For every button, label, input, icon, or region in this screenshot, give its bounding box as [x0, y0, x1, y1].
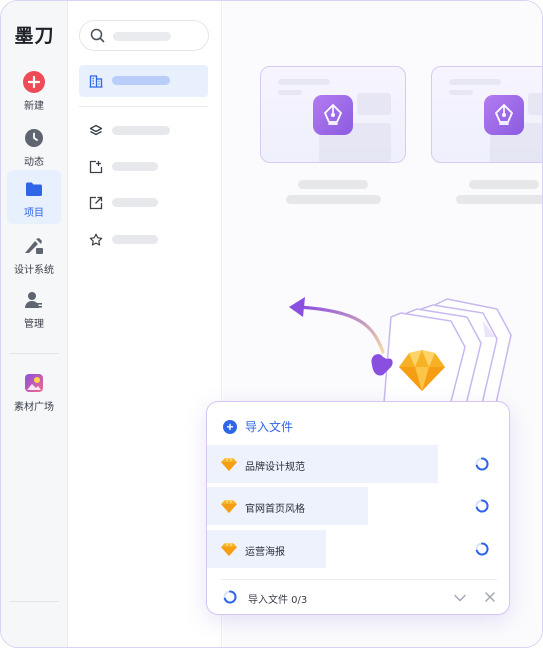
plus-circle-icon [23, 71, 45, 93]
chevron-down-icon[interactable] [453, 591, 467, 610]
building-icon [89, 74, 103, 88]
card-skeleton [528, 93, 542, 115]
rail-label-projects: 项目 [24, 208, 44, 219]
rail-label-new: 新建 [24, 101, 44, 112]
rail-item-new[interactable]: 新建 [7, 63, 61, 117]
sketch-file-icon [221, 457, 237, 476]
clock-icon [23, 127, 45, 149]
import-progress-bar [207, 445, 439, 483]
import-file-name: 运营海报 [245, 547, 285, 558]
rail-label-activity: 动态 [24, 157, 44, 168]
nav-item-text-skeleton [112, 198, 158, 207]
user-manage-icon [23, 289, 45, 311]
corner-decoration [503, 616, 542, 647]
rail-label-manage: 管理 [24, 319, 44, 330]
nav-item-shared-in[interactable] [79, 151, 208, 183]
import-file-row[interactable]: 运营海报 [207, 530, 509, 568]
loading-spinner-icon [475, 542, 489, 561]
import-file-row[interactable]: 官网首页风格 [207, 487, 509, 525]
project-card[interactable] [431, 66, 542, 163]
import-file-name: 官网首页风格 [245, 504, 305, 515]
nav-item-starred[interactable] [79, 224, 208, 256]
import-footer: 导入文件 0/3 [221, 579, 497, 614]
search-placeholder-skeleton [113, 32, 171, 41]
close-icon[interactable] [483, 590, 497, 609]
nav-item-team[interactable] [79, 65, 208, 97]
card-meta-skeleton [286, 195, 381, 204]
project-card[interactable] [260, 66, 406, 163]
pen-tool-icon [313, 95, 353, 135]
rail-item-manage[interactable]: 管理 [7, 281, 61, 335]
card-skeleton [278, 90, 302, 95]
card-skeleton [357, 93, 391, 115]
assets-icon [23, 372, 45, 394]
search-icon [90, 28, 105, 48]
rail-item-activity[interactable]: 动态 [7, 119, 61, 173]
search-input[interactable] [79, 20, 209, 51]
rail-divider-bottom [10, 601, 59, 602]
curved-arrow-icon [297, 305, 385, 354]
rail-item-projects[interactable]: 项目 [7, 170, 61, 224]
layers-icon [89, 124, 103, 138]
star-icon [89, 233, 103, 247]
card-skeleton [278, 79, 330, 85]
app-logo: 墨刀 [14, 25, 55, 47]
card-title-skeleton [469, 180, 539, 189]
nav-item-text-skeleton [112, 76, 170, 85]
rail-item-assets[interactable]: 素材广场 [7, 364, 61, 418]
secondary-nav [68, 1, 222, 647]
share-in-icon [89, 160, 103, 174]
import-file-name: 品牌设计规范 [245, 462, 305, 473]
card-skeleton [449, 79, 501, 85]
loading-spinner-icon [223, 590, 237, 609]
import-file-row[interactable]: 品牌设计规范 [207, 445, 509, 483]
nav-divider [79, 106, 208, 107]
nav-item-text-skeleton [112, 126, 170, 135]
import-header-label: 导入文件 [245, 420, 294, 434]
import-status-text: 导入文件 0/3 [248, 595, 308, 606]
add-icon: + [223, 419, 237, 434]
loading-spinner-icon [475, 499, 489, 518]
rail-label-assets: 素材广场 [14, 402, 54, 413]
nav-item-shared-out[interactable] [79, 187, 208, 219]
nav-item-layers[interactable] [79, 115, 208, 147]
nav-item-text-skeleton [112, 235, 158, 244]
drag-import-illustration [289, 297, 512, 417]
pen-tool-icon [484, 95, 524, 135]
card-meta-skeleton [456, 195, 542, 204]
nav-item-text-skeleton [112, 162, 158, 171]
rail-label-design-system: 设计系统 [14, 265, 54, 276]
loading-spinner-icon [475, 457, 489, 476]
left-rail: 墨刀 新建 动态 项目 设计系统 管理 素材广场 [1, 1, 68, 647]
share-out-icon [89, 196, 103, 210]
rail-item-design-system[interactable]: 设计系统 [7, 227, 61, 281]
card-title-skeleton [298, 180, 368, 189]
folder-icon [23, 178, 45, 200]
import-panel: + 导入文件 品牌设计规范 官网首页风格 运营海报 导入文件 0/3 [206, 401, 510, 615]
design-system-icon [23, 235, 45, 257]
app-window: 墨刀 新建 动态 项目 设计系统 管理 素材广场 + 导入文件 品牌设计规范 官… [0, 0, 543, 648]
sketch-file-icon [221, 542, 237, 561]
card-skeleton [449, 90, 473, 95]
rail-divider [10, 353, 59, 354]
sketch-file-icon [221, 499, 237, 518]
import-header[interactable]: + 导入文件 [223, 418, 293, 435]
